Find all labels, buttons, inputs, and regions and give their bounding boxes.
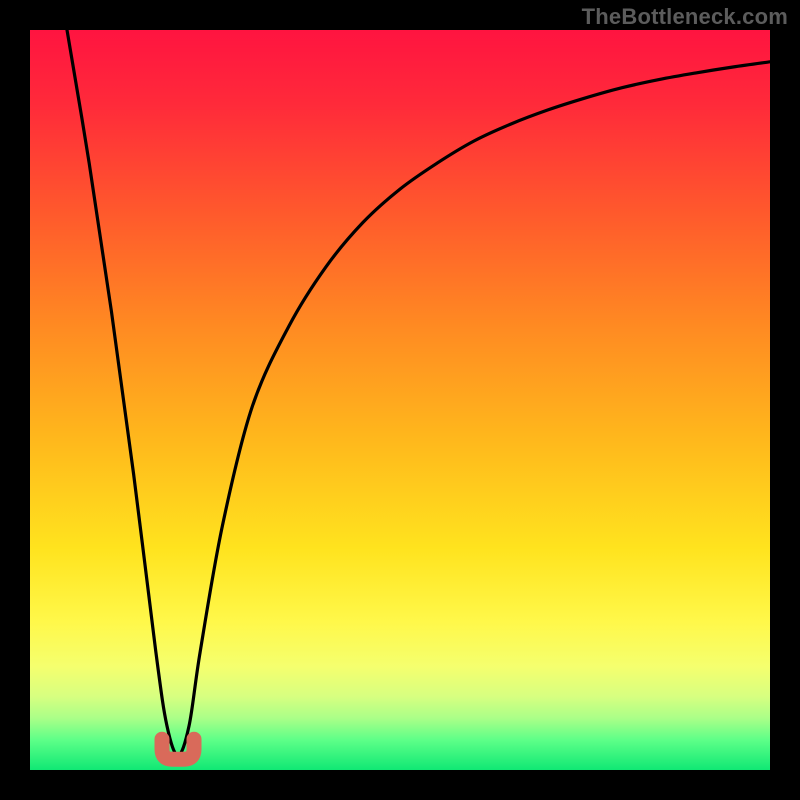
outer-frame: TheBottleneck.com (0, 0, 800, 800)
minimum-marker (162, 739, 194, 759)
attribution-text: TheBottleneck.com (582, 4, 788, 30)
plot-area (30, 30, 770, 770)
bottleneck-curve (67, 30, 770, 755)
curve-layer (30, 30, 770, 770)
